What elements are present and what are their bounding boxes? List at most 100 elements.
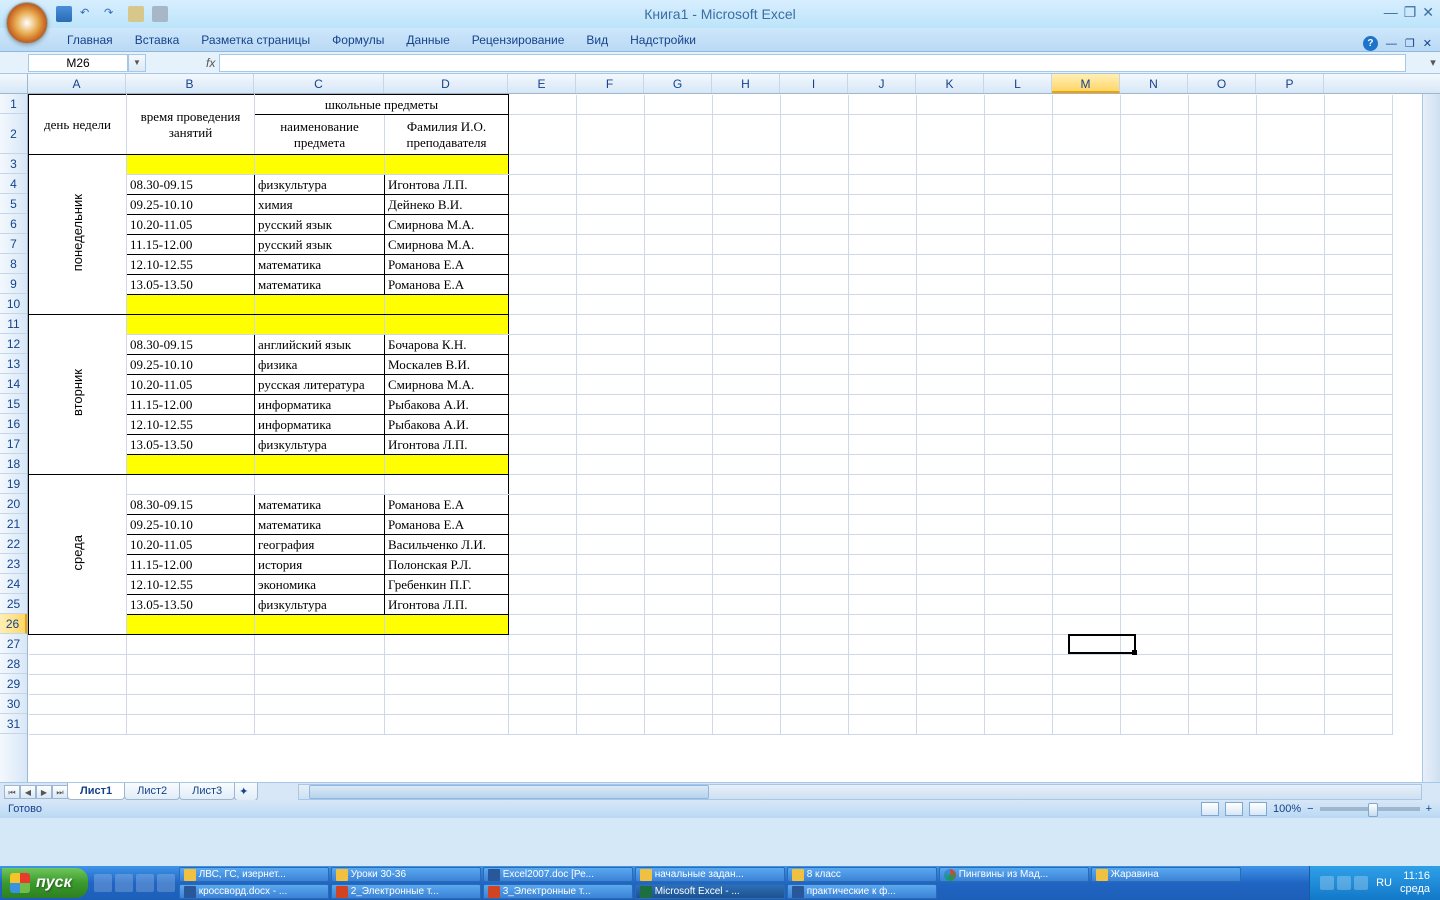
formula-input[interactable]: [219, 54, 1406, 72]
sheet-nav-first[interactable]: ⏮: [4, 785, 20, 799]
cell[interactable]: Смирнова М.А.: [385, 235, 509, 255]
close-button[interactable]: ✕: [1422, 4, 1434, 21]
cell[interactable]: [255, 475, 385, 495]
taskbar-item[interactable]: 2_Электронные т...: [331, 884, 481, 899]
taskbar-item[interactable]: Excel2007.doc [Ре...: [483, 867, 633, 882]
cell[interactable]: 13.05-13.50: [127, 435, 255, 455]
taskbar-item[interactable]: Уроки 30-36: [331, 867, 481, 882]
cell[interactable]: [127, 615, 255, 635]
zoom-out-button[interactable]: −: [1307, 803, 1313, 815]
taskbar-item[interactable]: Пингвины из Мад...: [939, 867, 1089, 882]
row-header[interactable]: 24: [0, 574, 27, 594]
cell[interactable]: математика: [255, 255, 385, 275]
taskbar-item[interactable]: начальные задан...: [635, 867, 785, 882]
doc-close-button[interactable]: ✕: [1423, 37, 1432, 50]
sheet-nav-next[interactable]: ▶: [36, 785, 52, 799]
cell[interactable]: Романова Е.А: [385, 515, 509, 535]
cell[interactable]: 08.30-09.15: [127, 495, 255, 515]
formula-bar-expand[interactable]: ▾: [1426, 56, 1440, 69]
col-header[interactable]: F: [576, 74, 644, 93]
row-header[interactable]: 25: [0, 594, 27, 614]
tray-icon[interactable]: [1337, 876, 1351, 890]
cell[interactable]: [385, 475, 509, 495]
cell[interactable]: 09.25-10.10: [127, 355, 255, 375]
cell[interactable]: математика: [255, 515, 385, 535]
row-header[interactable]: 2: [0, 114, 27, 154]
tray-icon[interactable]: [1320, 876, 1334, 890]
cell[interactable]: [255, 155, 385, 175]
col-header[interactable]: C: [254, 74, 384, 93]
cell[interactable]: Романова Е.А: [385, 495, 509, 515]
row-header[interactable]: 29: [0, 674, 27, 694]
doc-restore-button[interactable]: ❐: [1405, 37, 1415, 50]
cell[interactable]: [255, 295, 385, 315]
cell[interactable]: математика: [255, 495, 385, 515]
cell[interactable]: Бочарова К.Н.: [385, 335, 509, 355]
cell[interactable]: 11.15-12.00: [127, 395, 255, 415]
cell[interactable]: Романова Е.А: [385, 255, 509, 275]
row-header[interactable]: 13: [0, 354, 27, 374]
ql-icon[interactable]: [136, 874, 154, 892]
row-header[interactable]: 16: [0, 414, 27, 434]
cell[interactable]: 12.10-12.55: [127, 255, 255, 275]
cell[interactable]: русский язык: [255, 235, 385, 255]
select-all-corner[interactable]: [0, 74, 28, 93]
cell[interactable]: день недели: [29, 95, 127, 155]
restore-button[interactable]: ❐: [1404, 4, 1417, 21]
cell[interactable]: английский язык: [255, 335, 385, 355]
cell[interactable]: 08.30-09.15: [127, 335, 255, 355]
office-button[interactable]: [6, 2, 48, 44]
row-header[interactable]: 26: [0, 614, 27, 634]
col-header[interactable]: I: [780, 74, 848, 93]
cell[interactable]: Смирнова М.А.: [385, 215, 509, 235]
cell[interactable]: Рыбакова А.И.: [385, 395, 509, 415]
cell[interactable]: физкультура: [255, 435, 385, 455]
taskbar-item[interactable]: 3_Электронные т...: [483, 884, 633, 899]
tray-icon[interactable]: [1354, 876, 1368, 890]
row-header[interactable]: 14: [0, 374, 27, 394]
doc-minimize-button[interactable]: —: [1386, 38, 1397, 50]
row-header[interactable]: 11: [0, 314, 27, 334]
cell[interactable]: информатика: [255, 395, 385, 415]
row-header[interactable]: 12: [0, 334, 27, 354]
cell[interactable]: 12.10-12.55: [127, 415, 255, 435]
cell[interactable]: Москалев В.И.: [385, 355, 509, 375]
col-header[interactable]: M: [1052, 74, 1120, 93]
undo-icon[interactable]: ↶: [80, 6, 96, 22]
cell[interactable]: Дейнеко В.И.: [385, 195, 509, 215]
row-header[interactable]: 19: [0, 474, 27, 494]
cell[interactable]: [385, 315, 509, 335]
cell-day-mon[interactable]: понедельник: [29, 155, 127, 315]
cell[interactable]: математика: [255, 275, 385, 295]
cell[interactable]: [255, 455, 385, 475]
cell[interactable]: Романова Е.А: [385, 275, 509, 295]
cell[interactable]: время проведения занятий: [127, 95, 255, 155]
cell[interactable]: [127, 455, 255, 475]
cell[interactable]: школьные предметы: [255, 95, 509, 115]
minimize-button[interactable]: —: [1384, 4, 1398, 21]
tab-insert[interactable]: Вставка: [124, 29, 191, 51]
row-header[interactable]: 1: [0, 94, 27, 114]
taskbar-item[interactable]: Microsoft Excel - ...: [635, 884, 785, 899]
zoom-in-button[interactable]: +: [1426, 803, 1432, 815]
cell[interactable]: русский язык: [255, 215, 385, 235]
row-header[interactable]: 20: [0, 494, 27, 514]
cell[interactable]: география: [255, 535, 385, 555]
sheet-tab[interactable]: Лист2: [124, 783, 180, 800]
row-header[interactable]: 4: [0, 174, 27, 194]
cell-day-tue[interactable]: вторник: [29, 315, 127, 475]
row-header[interactable]: 15: [0, 394, 27, 414]
row-header[interactable]: 17: [0, 434, 27, 454]
cell[interactable]: 11.15-12.00: [127, 555, 255, 575]
row-header[interactable]: 23: [0, 554, 27, 574]
cell[interactable]: 10.20-11.05: [127, 535, 255, 555]
col-header[interactable]: G: [644, 74, 712, 93]
cell[interactable]: 10.20-11.05: [127, 375, 255, 395]
cell[interactable]: Смирнова М.А.: [385, 375, 509, 395]
cell[interactable]: 13.05-13.50: [127, 595, 255, 615]
cell-day-wed[interactable]: среда: [29, 475, 127, 635]
tab-page-layout[interactable]: Разметка страницы: [190, 29, 321, 51]
row-header[interactable]: 5: [0, 194, 27, 214]
row-header[interactable]: 31: [0, 714, 27, 734]
taskbar-item[interactable]: кроссворд.docx - ...: [179, 884, 329, 899]
